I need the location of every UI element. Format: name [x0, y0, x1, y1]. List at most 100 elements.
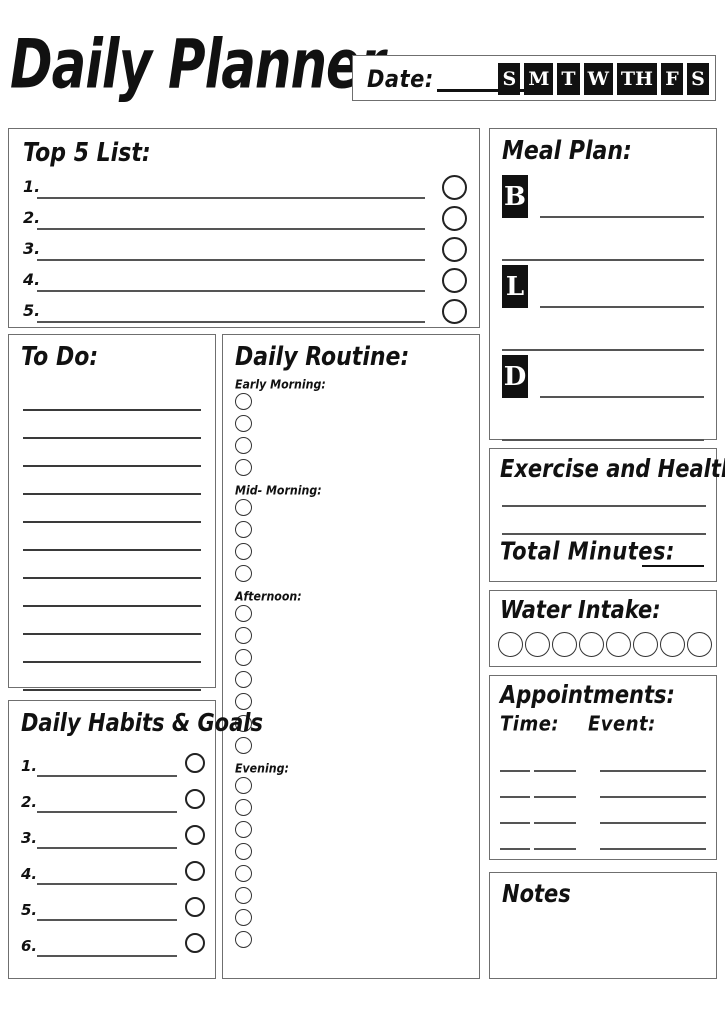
total-minutes-write-line[interactable] — [642, 565, 704, 568]
water-intake-circles — [498, 632, 712, 657]
habit-checkbox-circle[interactable] — [185, 825, 205, 845]
appointment-time-hour-line[interactable] — [500, 796, 530, 798]
routine-checkbox-circle[interactable] — [235, 543, 252, 560]
appointment-time-hour-line[interactable] — [500, 822, 530, 824]
appointment-event-line[interactable] — [600, 848, 706, 850]
habit-row: 1. — [21, 749, 207, 785]
routine-checkbox-circle[interactable] — [235, 887, 252, 904]
exercise-write-line[interactable] — [502, 533, 706, 535]
habit-number: 1. — [21, 757, 38, 775]
water-glass-circle[interactable] — [687, 632, 712, 657]
habit-write-line[interactable] — [37, 811, 177, 813]
habit-number: 6. — [21, 937, 38, 955]
routine-checkbox-circle[interactable] — [235, 459, 252, 476]
routine-checkbox-circle[interactable] — [235, 649, 252, 666]
appointment-time-minute-line[interactable] — [534, 770, 576, 772]
habit-write-line[interactable] — [37, 955, 177, 957]
day-box-f-5[interactable]: F — [661, 63, 683, 95]
habit-write-line[interactable] — [37, 919, 177, 921]
habit-row: 6. — [21, 929, 207, 965]
top-5-checkbox-circle[interactable] — [442, 268, 467, 293]
routine-checkbox-circle[interactable] — [235, 499, 252, 516]
meal-write-line[interactable] — [502, 349, 704, 351]
appointment-event-line[interactable] — [600, 770, 706, 772]
routine-checkbox-circle[interactable] — [235, 415, 252, 432]
routine-checkbox-circle[interactable] — [235, 865, 252, 882]
appointment-event-line[interactable] — [600, 796, 706, 798]
routine-checkbox-circle[interactable] — [235, 393, 252, 410]
top-5-write-line[interactable] — [37, 259, 425, 261]
day-box-t-2[interactable]: T — [557, 63, 580, 95]
to-do-write-line[interactable] — [23, 383, 201, 411]
routine-checkbox-circle[interactable] — [235, 565, 252, 582]
to-do-write-line[interactable] — [23, 579, 201, 607]
routine-checkbox-circle[interactable] — [235, 737, 252, 754]
to-do-write-line[interactable] — [23, 523, 201, 551]
routine-checkbox-circle[interactable] — [235, 843, 252, 860]
routine-checkbox-circle[interactable] — [235, 627, 252, 644]
water-glass-circle[interactable] — [633, 632, 658, 657]
habit-checkbox-circle[interactable] — [185, 789, 205, 809]
appointment-time-hour-line[interactable] — [500, 770, 530, 772]
water-glass-circle[interactable] — [579, 632, 604, 657]
top-5-checkbox-circle[interactable] — [442, 206, 467, 231]
day-box-th-4[interactable]: TH — [616, 63, 657, 95]
water-glass-circle[interactable] — [606, 632, 631, 657]
top-5-write-line[interactable] — [37, 228, 425, 230]
water-glass-circle[interactable] — [525, 632, 550, 657]
top-5-write-line[interactable] — [37, 290, 425, 292]
routine-checkbox-circle[interactable] — [235, 931, 252, 948]
meal-write-line[interactable] — [502, 439, 704, 441]
notes-panel[interactable]: Notes — [489, 872, 717, 979]
habit-write-line[interactable] — [37, 847, 177, 849]
meal-write-line[interactable] — [540, 396, 704, 398]
exercise-write-line[interactable] — [502, 505, 706, 507]
appointment-time-minute-line[interactable] — [534, 796, 576, 798]
meal-write-line[interactable] — [540, 306, 704, 308]
routine-checkbox-circle[interactable] — [235, 521, 252, 538]
routine-checkbox-circle[interactable] — [235, 799, 252, 816]
routine-checkbox-circle[interactable] — [235, 437, 252, 454]
exercise-health-panel: Exercise and Health: Total Minutes: — [489, 448, 725, 582]
top-5-checkbox-circle[interactable] — [442, 175, 467, 200]
water-glass-circle[interactable] — [552, 632, 577, 657]
to-do-write-line[interactable] — [23, 467, 201, 495]
habit-checkbox-circle[interactable] — [185, 933, 205, 953]
appointment-time-minute-line[interactable] — [534, 822, 576, 824]
day-box-w-3[interactable]: W — [583, 63, 613, 95]
day-box-s-0[interactable]: S — [498, 63, 521, 95]
top-5-write-line[interactable] — [37, 321, 425, 323]
routine-checkbox-circle[interactable] — [235, 693, 252, 710]
habit-write-line[interactable] — [37, 883, 177, 885]
day-of-week-selector[interactable]: S M T W TH F S — [498, 62, 709, 96]
appointment-event-line[interactable] — [600, 822, 706, 824]
meal-write-line[interactable] — [540, 216, 704, 218]
day-box-m-1[interactable]: M — [524, 63, 554, 95]
routine-checkbox-circle[interactable] — [235, 821, 252, 838]
to-do-write-line[interactable] — [23, 607, 201, 635]
routine-checkbox-circle[interactable] — [235, 777, 252, 794]
to-do-write-line[interactable] — [23, 439, 201, 467]
top-5-checkbox-circle[interactable] — [442, 237, 467, 262]
appointment-time-minute-line[interactable] — [534, 848, 576, 850]
habit-write-line[interactable] — [37, 775, 177, 777]
habit-checkbox-circle[interactable] — [185, 861, 205, 881]
habit-checkbox-circle[interactable] — [185, 753, 205, 773]
to-do-write-line[interactable] — [23, 663, 201, 691]
routine-checkbox-circle[interactable] — [235, 909, 252, 926]
meal-write-line[interactable] — [502, 259, 704, 261]
top-5-checkbox-circle[interactable] — [442, 299, 467, 324]
day-box-s-6[interactable]: S — [687, 63, 709, 95]
top-5-write-line[interactable] — [37, 197, 425, 199]
routine-checkbox-circle[interactable] — [235, 671, 252, 688]
habit-checkbox-circle[interactable] — [185, 897, 205, 917]
water-glass-circle[interactable] — [498, 632, 523, 657]
water-glass-circle[interactable] — [660, 632, 685, 657]
to-do-write-line[interactable] — [23, 411, 201, 439]
to-do-write-line[interactable] — [23, 635, 201, 663]
date-field-box[interactable]: Date: S M T W TH F S — [352, 55, 716, 101]
appointment-time-hour-line[interactable] — [500, 848, 530, 850]
routine-checkbox-circle[interactable] — [235, 605, 252, 622]
to-do-write-line[interactable] — [23, 551, 201, 579]
to-do-write-line[interactable] — [23, 495, 201, 523]
